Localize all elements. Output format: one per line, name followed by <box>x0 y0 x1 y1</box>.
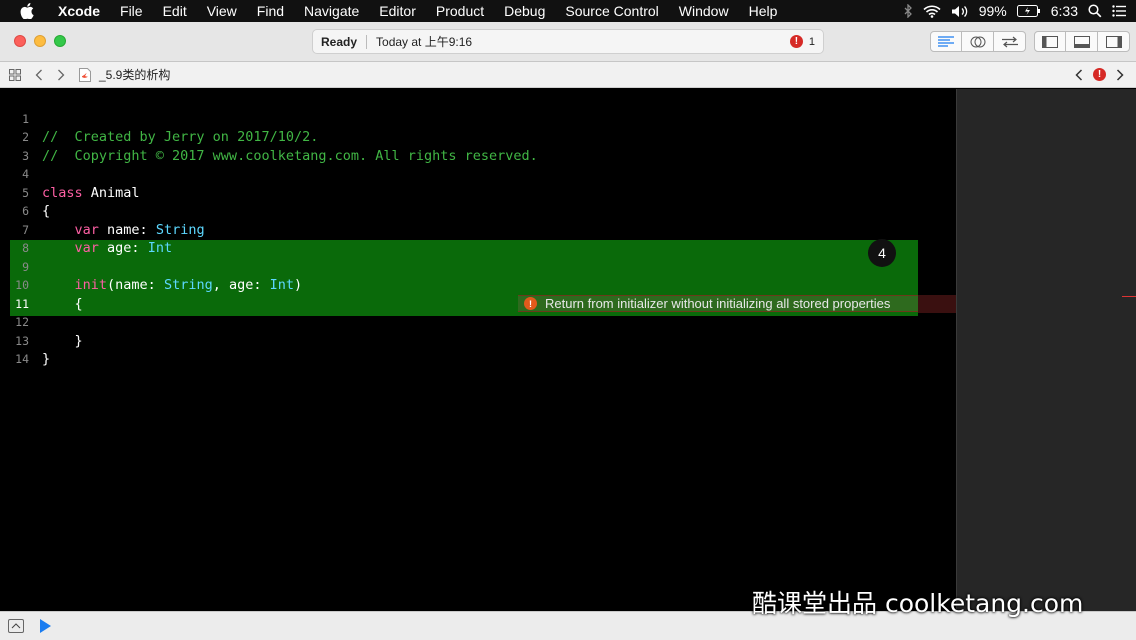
related-items-icon[interactable] <box>7 67 23 83</box>
hide-debug-area-icon[interactable] <box>8 619 24 633</box>
code-line[interactable]: 10 { <box>0 258 956 312</box>
forward-arrow-icon[interactable] <box>53 67 69 83</box>
code-line[interactable]: 1 // Created by Jerry on 2017/10/2. <box>0 91 956 146</box>
navigator-toggle-button[interactable] <box>1034 31 1066 52</box>
menu-find[interactable]: Find <box>247 3 294 19</box>
debug-area-toggle-button[interactable] <box>1066 31 1098 52</box>
run-play-icon[interactable] <box>40 619 51 633</box>
battery-percent: 99% <box>978 3 1007 19</box>
menu-navigate[interactable]: Navigate <box>294 3 369 19</box>
menu-view[interactable]: View <box>197 3 247 19</box>
code-line[interactable]: 8 <box>0 221 956 255</box>
error-icon: ! <box>789 35 803 48</box>
code-line[interactable]: 5 { <box>0 165 956 220</box>
code-line[interactable]: 7 var age: Int <box>0 202 956 257</box>
activity-viewer[interactable]: Ready Today at 上午9:16 ! 1 <box>312 29 824 54</box>
menu-bar: Xcode File Edit View Find Navigate Edito… <box>0 0 1136 22</box>
issue-indicator[interactable]: ! 1 <box>789 35 815 48</box>
code-line[interactable]: 4 class Animal <box>0 147 956 201</box>
jump-bar-issue-nav: ! <box>1071 67 1128 83</box>
build-timestamp: Today at 上午9:16 <box>376 35 473 49</box>
clock[interactable]: 6:33 <box>1051 3 1078 19</box>
code-line[interactable]: 6 var name: String <box>0 184 956 238</box>
menu-help[interactable]: Help <box>739 3 788 19</box>
assistant-editor-button[interactable] <box>962 31 994 52</box>
utilities-toggle-button[interactable] <box>1098 31 1130 52</box>
notification-center-icon[interactable] <box>1112 5 1126 17</box>
spotlight-search-icon[interactable] <box>1088 4 1102 18</box>
minimap-error-marker <box>1122 296 1136 297</box>
editor-mode-group <box>930 31 1026 52</box>
code-line[interactable]: 3 <box>0 128 956 163</box>
window-controls <box>14 35 66 47</box>
standard-editor-button[interactable] <box>930 31 962 52</box>
step-badge: 4 <box>868 239 896 267</box>
error-message-text: Return from initializer without initiali… <box>545 296 891 311</box>
previous-issue-icon[interactable] <box>1071 67 1087 83</box>
fullscreen-window-button[interactable] <box>54 35 66 47</box>
panel-toggle-group <box>1034 31 1130 52</box>
code-text: } <box>42 351 51 367</box>
jump-bar: _5.9类的析构 ! <box>0 62 1136 88</box>
code-line[interactable]: 14 <box>0 332 956 366</box>
window-toolbar: Ready Today at 上午9:16 ! 1 <box>0 22 1136 62</box>
swift-file-icon <box>77 67 93 83</box>
menubar-status-area: 99% 6:33 <box>903 3 1136 19</box>
build-status: Ready <box>321 34 358 49</box>
line-number: 14 <box>15 352 29 366</box>
breadcrumb-file[interactable]: _5.9类的析构 <box>99 66 170 83</box>
minimap[interactable] <box>956 89 1136 611</box>
volume-icon[interactable] <box>951 5 969 18</box>
wifi-icon[interactable] <box>923 5 941 18</box>
code-line[interactable]: 9 init(name: String, age: Int) <box>0 239 956 294</box>
menu-app-name[interactable]: Xcode <box>54 3 110 19</box>
version-editor-button[interactable] <box>994 31 1026 52</box>
menu-window[interactable]: Window <box>669 3 739 19</box>
code-line-current[interactable]: 11 <box>0 276 956 311</box>
activity-divider <box>366 34 368 49</box>
watermark: 酷课堂出品 coolketang.com <box>752 589 1084 618</box>
code-line[interactable]: 13 } <box>0 313 956 368</box>
error-count: 1 <box>808 35 815 48</box>
error-icon: ! <box>524 297 537 310</box>
code-line[interactable]: 2 // Copyright © 2017 www.coolketang.com… <box>0 110 956 164</box>
menu-edit[interactable]: Edit <box>153 3 197 19</box>
menu-source-control[interactable]: Source Control <box>555 3 668 19</box>
menu-file[interactable]: File <box>110 3 153 19</box>
issue-error-icon[interactable]: ! <box>1093 68 1106 81</box>
menu-debug[interactable]: Debug <box>494 3 555 19</box>
apple-icon[interactable] <box>18 2 36 20</box>
source-editor[interactable]: 1 // Created by Jerry on 2017/10/2. 2 //… <box>0 89 956 611</box>
menu-product[interactable]: Product <box>426 3 494 19</box>
bluetooth-icon[interactable] <box>903 4 913 18</box>
battery-icon[interactable] <box>1016 5 1041 17</box>
inline-error-message[interactable]: ! Return from initializer without initia… <box>518 295 918 312</box>
next-issue-icon[interactable] <box>1112 67 1128 83</box>
back-arrow-icon[interactable] <box>31 67 47 83</box>
menu-editor[interactable]: Editor <box>369 3 426 19</box>
close-window-button[interactable] <box>14 35 26 47</box>
minimize-window-button[interactable] <box>34 35 46 47</box>
